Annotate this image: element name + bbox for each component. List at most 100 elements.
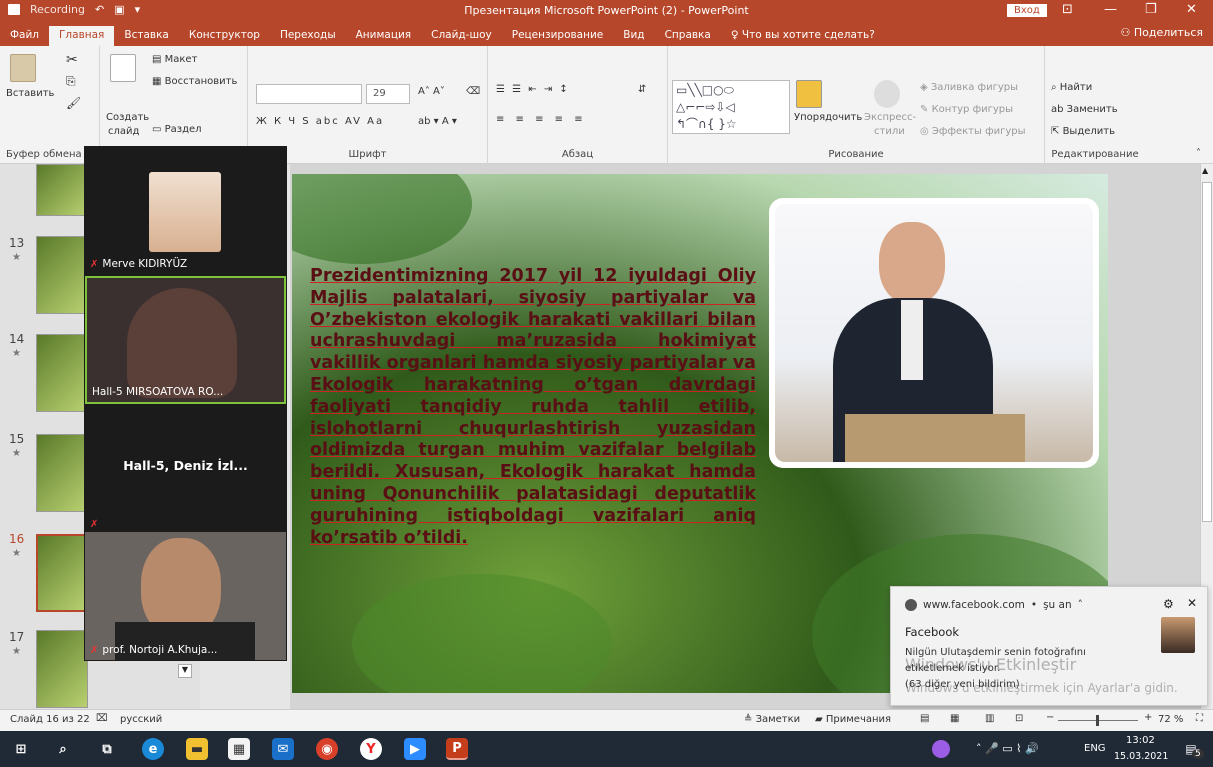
- cut-icon[interactable]: ✂: [66, 52, 78, 68]
- shape-outline-button[interactable]: ✎ Контур фигуры: [920, 104, 1013, 115]
- participant-video-tile[interactable]: Hall-5 MIRSOATOVA RO...: [85, 276, 286, 404]
- store-icon[interactable]: ▦: [228, 738, 250, 760]
- font-color-icon[interactable]: ab ▾ A ▾: [418, 116, 457, 127]
- copy-icon[interactable]: ⎘: [66, 74, 76, 89]
- slide-thumbnail-15[interactable]: [36, 434, 88, 512]
- chrome-icon[interactable]: ◉: [316, 738, 338, 760]
- tab-transitions[interactable]: Переходы: [270, 26, 346, 46]
- thumbnails-scroll-down[interactable]: ▼: [178, 664, 192, 678]
- list-icons[interactable]: ☰ ☰ ⇤ ⇥ ↕: [496, 84, 570, 95]
- text-direction-icon[interactable]: ⇵: [638, 84, 646, 95]
- participant-video-tile[interactable]: ✗ prof. Nortoji A.Khuja...: [85, 532, 286, 660]
- notification-close-icon[interactable]: ✕: [1187, 596, 1197, 610]
- shapes-gallery[interactable]: ▭╲╲□○⬭ △⌐⌐⇨⇩◁ ↰⌒∩{ }☆: [672, 80, 790, 134]
- tab-view[interactable]: Вид: [613, 26, 654, 46]
- express-styles-label-1[interactable]: Экспресс-: [864, 112, 916, 123]
- close-icon[interactable]: ✕: [1186, 2, 1197, 17]
- windows-start-icon[interactable]: ⊞: [10, 738, 32, 760]
- sorter-view-icon[interactable]: ▦: [950, 713, 959, 724]
- tab-design[interactable]: Конструктор: [179, 26, 270, 46]
- font-size-grow-icon[interactable]: A˄ A˅: [418, 86, 445, 97]
- font-family-box[interactable]: [256, 84, 362, 104]
- zoom-in-icon[interactable]: +: [1144, 712, 1152, 723]
- slide-thumbnail-14[interactable]: [36, 334, 88, 412]
- minimize-icon[interactable]: —: [1104, 2, 1117, 17]
- shape-effects-button[interactable]: ◎ Эффекты фигуры: [920, 126, 1026, 137]
- tab-insert[interactable]: Вставка: [114, 26, 179, 46]
- share-button[interactable]: ⚇ Поделиться: [1121, 26, 1203, 39]
- settings-gear-icon[interactable]: ⚙: [1163, 597, 1174, 611]
- slide-thumbnail-12[interactable]: [36, 164, 88, 216]
- arrange-label[interactable]: Упорядочить: [794, 112, 862, 123]
- find-button[interactable]: ⌕ Найти: [1051, 82, 1092, 93]
- file-explorer-icon[interactable]: ▬: [186, 738, 208, 760]
- slide-thumbnail-16[interactable]: [36, 534, 88, 612]
- chevron-up-icon[interactable]: ˄: [1078, 599, 1083, 611]
- replace-button[interactable]: ab Заменить: [1051, 104, 1118, 115]
- input-language[interactable]: ENG: [1084, 743, 1106, 754]
- slide-body-text[interactable]: Prezidentimizning 2017 yil 12 iyuldagi O…: [310, 266, 756, 549]
- mail-icon[interactable]: ✉: [272, 738, 294, 760]
- fit-slide-icon[interactable]: ⛶: [1196, 713, 1203, 724]
- language-indicator[interactable]: русский: [120, 714, 162, 725]
- zoom-level[interactable]: 72 %: [1158, 714, 1183, 725]
- login-button[interactable]: Вход: [1007, 4, 1047, 17]
- format-painter-icon[interactable]: 🖌: [66, 96, 81, 110]
- tab-animations[interactable]: Анимация: [346, 26, 422, 46]
- comments-button[interactable]: ▰ Примечания: [815, 714, 891, 725]
- collapse-ribbon-icon[interactable]: ˄: [1196, 148, 1201, 159]
- clock-time[interactable]: 13:02: [1126, 735, 1155, 746]
- spellcheck-icon[interactable]: ⌧: [96, 713, 108, 724]
- maximize-icon[interactable]: ❐: [1145, 2, 1157, 17]
- replace-label: Заменить: [1066, 104, 1118, 115]
- zoom-slider-thumb[interactable]: [1096, 715, 1099, 726]
- scroll-up-arrow[interactable]: ▲: [1202, 166, 1208, 175]
- slide-thumbnail-13[interactable]: [36, 236, 88, 314]
- normal-view-icon[interactable]: ▤: [920, 713, 929, 724]
- align-icons[interactable]: ≡ ≡ ≡ ≡ ≡: [496, 114, 587, 125]
- arrange-icon[interactable]: [796, 80, 822, 108]
- tab-home[interactable]: Главная: [49, 26, 115, 46]
- reset-button[interactable]: ▦ Восстановить: [152, 76, 237, 87]
- assistant-icon[interactable]: [932, 740, 950, 758]
- tell-me-box[interactable]: ♀ Что вы хотите сделать?: [721, 26, 885, 46]
- participant-video-tile[interactable]: Hall-5, Deniz İzl... ✗: [85, 406, 286, 534]
- new-slide-label-2[interactable]: слайд: [108, 126, 139, 137]
- tray-icons[interactable]: ˄ 🎤 ▭ ⌇ 🔊: [976, 742, 1039, 755]
- font-format-icons[interactable]: Ж К Ч S abc AV Aa: [256, 116, 384, 127]
- clock-date[interactable]: 15.03.2021: [1114, 751, 1168, 762]
- shape-fill-button[interactable]: ◈ Заливка фигуры: [920, 82, 1018, 93]
- slide-photo-frame[interactable]: [769, 198, 1099, 468]
- paste-label[interactable]: Вставить: [6, 88, 54, 99]
- quick-styles-icon[interactable]: [874, 80, 900, 108]
- search-icon[interactable]: ⌕: [52, 738, 74, 760]
- zoom-out-icon[interactable]: −: [1046, 712, 1054, 723]
- task-view-icon[interactable]: ⧉: [96, 738, 118, 760]
- muted-mic-icon: ✗: [90, 644, 99, 656]
- new-slide-icon[interactable]: [110, 54, 136, 82]
- edge-icon[interactable]: e: [142, 738, 164, 760]
- tab-help[interactable]: Справка: [655, 26, 721, 46]
- zoom-app-icon[interactable]: ▶: [404, 738, 426, 760]
- reading-view-icon[interactable]: ▥: [985, 713, 994, 724]
- participant-video-tile[interactable]: ✗ Merve KIDIRYÜZ: [85, 146, 286, 274]
- tab-review[interactable]: Рецензирование: [502, 26, 614, 46]
- slide-thumbnail-17[interactable]: [36, 630, 88, 708]
- select-button[interactable]: ⇱ Выделить: [1051, 126, 1115, 137]
- express-styles-label-2[interactable]: стили: [874, 126, 905, 137]
- ribbon-display-icon[interactable]: ⊡: [1062, 2, 1073, 17]
- yandex-icon[interactable]: Y: [360, 738, 382, 760]
- powerpoint-icon[interactable]: P: [446, 738, 468, 760]
- paste-icon[interactable]: [10, 54, 36, 82]
- scroll-thumb[interactable]: [1202, 182, 1212, 522]
- toast-notification[interactable]: www.facebook.com • şu an ˄ ⚙ ✕ Facebook …: [890, 586, 1208, 706]
- clear-format-icon[interactable]: ⌫: [466, 86, 480, 97]
- tab-slideshow[interactable]: Слайд-шоу: [421, 26, 502, 46]
- tab-file[interactable]: Файл: [0, 26, 49, 46]
- new-slide-label-1[interactable]: Создать: [106, 112, 149, 123]
- section-button[interactable]: ▭ Раздел: [152, 124, 202, 135]
- slideshow-view-icon[interactable]: ⊡: [1015, 713, 1023, 724]
- font-size-box[interactable]: 29: [366, 84, 410, 104]
- notes-button[interactable]: ≜ Заметки: [744, 714, 800, 725]
- layout-button[interactable]: ▤ Макет: [152, 54, 197, 65]
